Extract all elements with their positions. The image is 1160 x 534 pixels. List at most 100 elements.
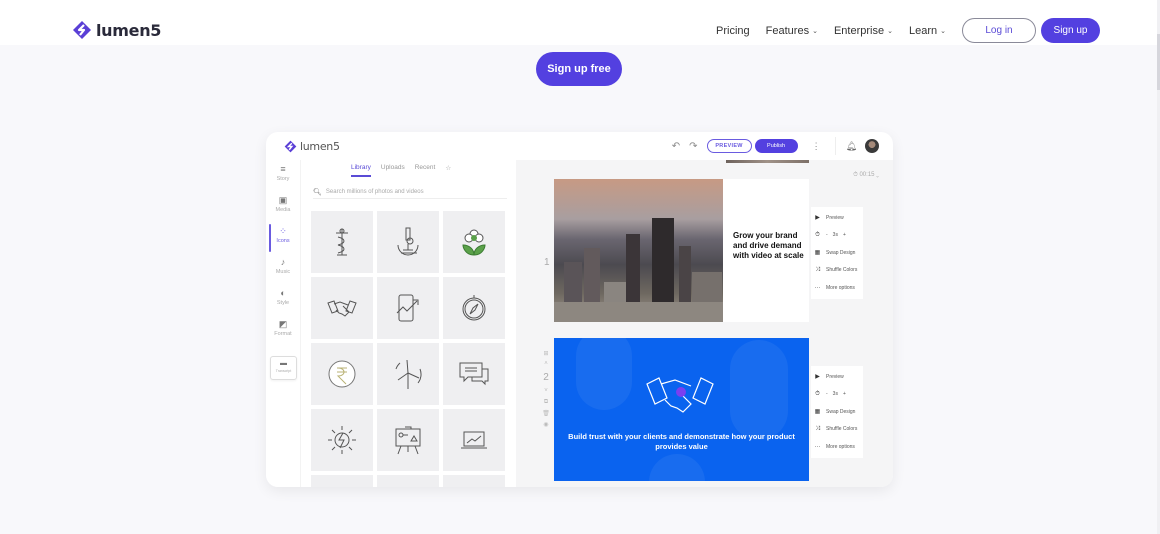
background-shape bbox=[730, 340, 788, 440]
slide-duration-option[interactable]: ⏱ -3s + bbox=[811, 386, 863, 404]
presentation-board-icon bbox=[395, 426, 421, 455]
icon-tile-chat[interactable] bbox=[443, 343, 505, 405]
decrease-duration[interactable]: - bbox=[826, 391, 828, 397]
tab-uploads[interactable]: Uploads bbox=[381, 164, 405, 177]
microscope-icon bbox=[397, 227, 419, 256]
icon-tile-flower[interactable] bbox=[443, 211, 505, 273]
timer-icon: ⏱ bbox=[815, 231, 820, 238]
redo-icon[interactable]: ↷ bbox=[689, 141, 697, 152]
signup-button[interactable]: Sign up bbox=[1041, 18, 1100, 43]
sidebar-item-story[interactable]: ≡ Story bbox=[266, 164, 300, 182]
shuffle-colors-option[interactable]: ⤨ Shuffle Colors bbox=[811, 262, 863, 280]
icon-tile-presentation[interactable] bbox=[377, 409, 439, 471]
chevron-down-icon: ⌄ bbox=[887, 27, 893, 35]
city-skyline-image bbox=[554, 179, 723, 322]
more-options[interactable]: ··· More options bbox=[811, 438, 863, 456]
nav-links: Pricing Features ⌄ Enterprise ⌄ Learn ⌄ Log… bbox=[716, 18, 1100, 43]
sidebar-label: Icons bbox=[276, 238, 290, 244]
transcript-icon: ▬ bbox=[280, 360, 287, 367]
slide-2-menu: ▶ Preview ⏱ -3s + ▦ Swap Design ⤨ Shuffle Col… bbox=[811, 366, 863, 458]
icon-tile[interactable] bbox=[311, 475, 373, 487]
move-up-icon[interactable]: ˄ bbox=[540, 361, 552, 372]
caduceus-icon bbox=[336, 228, 348, 256]
icon-tile-solar-energy[interactable] bbox=[311, 409, 373, 471]
slide-2-text: Build trust with your clients and demons… bbox=[568, 432, 795, 451]
divider bbox=[834, 137, 836, 155]
undo-icon[interactable]: ↶ bbox=[672, 141, 680, 152]
rupee-coin-icon bbox=[328, 360, 356, 388]
slide-2[interactable]: Build trust with your clients and demons… bbox=[554, 338, 809, 481]
duplicate-icon[interactable]: ⧉ bbox=[540, 399, 552, 410]
slide-2-controls: ⊞ ˄ 2 ˅ ⧉ 🗑︎ ◉ bbox=[540, 350, 552, 432]
move-down-icon[interactable]: ˅ bbox=[540, 388, 552, 399]
transcript-label: Transcript bbox=[275, 369, 292, 373]
increase-duration[interactable]: + bbox=[843, 391, 846, 397]
more-options[interactable]: ··· More options bbox=[811, 279, 863, 297]
nav-learn[interactable]: Learn ⌄ bbox=[909, 25, 946, 37]
slide-preview-option[interactable]: ▶ Preview bbox=[811, 368, 863, 386]
brand-logo[interactable]: lumen5 bbox=[72, 20, 161, 40]
publish-button[interactable]: Publish bbox=[754, 139, 798, 153]
icon-tile[interactable] bbox=[377, 475, 439, 487]
login-button[interactable]: Log in bbox=[962, 18, 1036, 43]
grid-icon: ▦ bbox=[814, 409, 821, 416]
preview-button[interactable]: PREVIEW bbox=[706, 139, 752, 153]
nav-enterprise[interactable]: Enterprise ⌄ bbox=[834, 25, 893, 37]
signup-free-button[interactable]: Sign up free bbox=[536, 52, 622, 86]
sidebar-item-format[interactable]: ◩ Format bbox=[266, 319, 300, 337]
story-icon: ≡ bbox=[280, 164, 286, 174]
icon-tile-compass[interactable] bbox=[443, 277, 505, 339]
icon-tile-caduceus[interactable] bbox=[311, 211, 373, 273]
icon-tile-rupee[interactable] bbox=[311, 343, 373, 405]
chevron-down-icon: ⌄ bbox=[812, 27, 818, 35]
slide-preview-option[interactable]: ▶ Preview bbox=[811, 209, 863, 227]
icon-tile-phone-chart[interactable] bbox=[377, 277, 439, 339]
media-library-panel: Library Uploads Recent ☆ 🔍︎ Search milli… bbox=[300, 160, 516, 487]
delete-icon[interactable]: 🗑︎ bbox=[540, 410, 552, 421]
editor-toolbar: ↶ ↷ PREVIEW Publish ⋮ 🔔︎ bbox=[672, 137, 879, 155]
icon-tile-wind-turbine[interactable] bbox=[377, 343, 439, 405]
library-search-input[interactable]: 🔍︎ Search millions of photos and videos bbox=[313, 185, 507, 199]
sidebar-item-media[interactable]: ▣ Media bbox=[266, 195, 300, 213]
notification-bell-icon[interactable]: 🔔︎ bbox=[846, 141, 857, 152]
more-horizontal-icon: ··· bbox=[814, 443, 821, 450]
tab-favorites[interactable]: ☆ bbox=[445, 164, 451, 177]
background-shape bbox=[576, 338, 632, 410]
hide-icon[interactable]: ◉ bbox=[540, 421, 552, 432]
story-canvas: ⏱ 00:15 ⌄ 1 Grow your brand and drive de… bbox=[516, 160, 893, 487]
swap-design-option[interactable]: ▦ Swap Design bbox=[811, 244, 863, 262]
editor-logo: lumen5 bbox=[284, 140, 340, 153]
sidebar-item-music[interactable]: ♪ Music bbox=[266, 257, 300, 275]
slide-1[interactable]: Grow your brand and drive demand with vi… bbox=[554, 179, 809, 322]
nav-learn-label: Learn bbox=[908, 24, 938, 37]
tab-library[interactable]: Library bbox=[351, 164, 371, 177]
nav-features[interactable]: Features ⌄ bbox=[766, 25, 818, 37]
tab-recent[interactable]: Recent bbox=[415, 164, 436, 177]
icon-tile[interactable] bbox=[443, 475, 505, 487]
more-vertical-icon[interactable]: ⋮ bbox=[812, 141, 821, 152]
icon-tile-handshake[interactable] bbox=[311, 277, 373, 339]
slide-duration-option[interactable]: ⏱ -3s + bbox=[811, 227, 863, 245]
avatar[interactable] bbox=[865, 139, 879, 153]
shuffle-colors-option[interactable]: ⤨ Shuffle Colors bbox=[811, 421, 863, 439]
swap-design-option[interactable]: ▦ Swap Design bbox=[811, 403, 863, 421]
chat-bubbles-icon bbox=[459, 362, 489, 386]
sidebar-item-icons[interactable]: ⁘ Icons bbox=[266, 224, 300, 252]
style-icon: ◐ bbox=[280, 288, 286, 298]
icon-tile-laptop-chart[interactable] bbox=[443, 409, 505, 471]
transcript-button[interactable]: ▬ Transcript bbox=[270, 356, 297, 380]
sidebar-item-style[interactable]: ◐ Style bbox=[266, 288, 300, 306]
total-duration[interactable]: ⏱ 00:15 ⌄ bbox=[853, 172, 879, 179]
compass-icon bbox=[462, 295, 486, 321]
more-horizontal-icon: ··· bbox=[814, 284, 821, 291]
media-icon: ▣ bbox=[278, 195, 288, 205]
grid-icon: ▦ bbox=[814, 250, 821, 257]
menu-label: Shuffle Colors bbox=[826, 267, 858, 274]
decrease-duration[interactable]: - bbox=[826, 232, 828, 238]
increase-duration[interactable]: + bbox=[843, 232, 846, 238]
music-icon: ♪ bbox=[280, 257, 286, 267]
icon-tile-microscope[interactable] bbox=[377, 211, 439, 273]
add-scene-icon[interactable]: ⊞ bbox=[540, 350, 552, 361]
nav-pricing[interactable]: Pricing bbox=[716, 25, 750, 37]
slide-number: 1 bbox=[544, 257, 550, 268]
